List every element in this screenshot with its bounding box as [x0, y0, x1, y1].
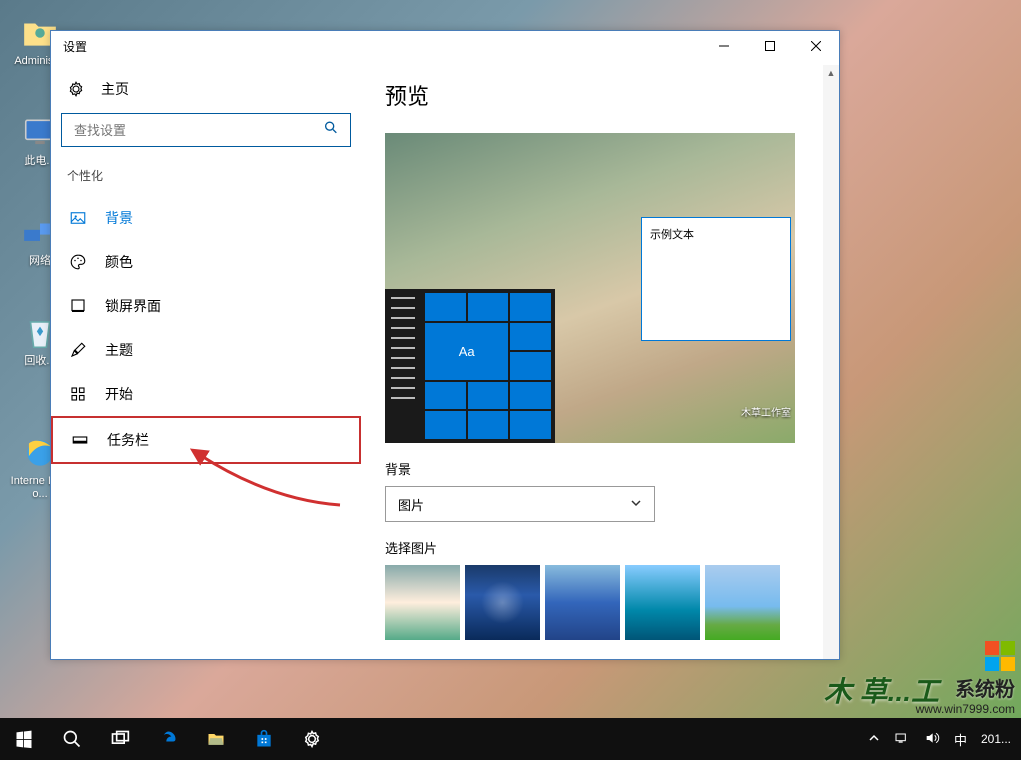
dropdown-value: 图片	[398, 495, 424, 514]
start-button[interactable]	[0, 718, 48, 760]
gear-icon	[67, 80, 85, 98]
palette-icon	[69, 253, 87, 271]
settings-window: 设置 主页 个性化 背景 颜色	[50, 30, 840, 660]
grid-icon	[69, 385, 87, 403]
scrollbar[interactable]: ▲	[823, 65, 839, 659]
nav-taskbar[interactable]: 任务栏	[51, 416, 361, 464]
tray-chevron-icon[interactable]	[868, 732, 880, 747]
page-title: 预览	[385, 79, 811, 111]
thumbnail-5[interactable]	[705, 565, 780, 640]
home-button[interactable]: 主页	[51, 69, 361, 109]
sidebar: 主页 个性化 背景 颜色 锁屏界面	[51, 61, 361, 659]
preview-watermark: 木草工作室	[741, 404, 791, 419]
task-view-button[interactable]	[96, 718, 144, 760]
ime-indicator[interactable]: 中	[954, 730, 967, 749]
titlebar: 设置	[51, 31, 839, 61]
search-button[interactable]	[48, 718, 96, 760]
watermark-url: www.win7999.com	[916, 702, 1015, 716]
thumbnail-2[interactable]	[465, 565, 540, 640]
search-box[interactable]	[61, 113, 351, 147]
store-button[interactable]	[240, 718, 288, 760]
category-label: 个性化	[51, 161, 361, 196]
settings-taskbar-button[interactable]	[288, 718, 336, 760]
nav-lockscreen[interactable]: 锁屏界面	[51, 284, 361, 328]
system-tray[interactable]: 中 201...	[858, 730, 1021, 749]
picture-thumbnails	[385, 565, 811, 640]
nav-label: 锁屏界面	[105, 296, 343, 316]
background-dropdown[interactable]: 图片	[385, 486, 655, 522]
main-content: 预览 Aa 示例文本	[361, 61, 839, 659]
nav-label: 背景	[105, 208, 343, 228]
picture-icon	[69, 209, 87, 227]
taskbar: 中 201...	[0, 718, 1021, 760]
nav-background[interactable]: 背景	[51, 196, 361, 240]
lock-screen-icon	[69, 297, 87, 315]
nav-label: 颜色	[105, 252, 343, 272]
nav-colors[interactable]: 颜色	[51, 240, 361, 284]
preview-pane: Aa 示例文本 木草工作室	[385, 133, 795, 443]
scroll-up-icon[interactable]: ▲	[823, 65, 839, 81]
maximize-button[interactable]	[747, 31, 793, 61]
thumbnail-4[interactable]	[625, 565, 700, 640]
nav-start[interactable]: 开始	[51, 372, 361, 416]
network-tray-icon[interactable]	[894, 730, 910, 749]
explorer-button[interactable]	[192, 718, 240, 760]
window-title: 设置	[63, 38, 87, 55]
edge-button[interactable]	[144, 718, 192, 760]
sample-text: 示例文本	[650, 229, 694, 241]
background-label: 背景	[385, 459, 811, 478]
chevron-down-icon	[630, 497, 642, 512]
watermark: 系统粉 www.win7999.com	[916, 641, 1015, 716]
close-button[interactable]	[793, 31, 839, 61]
nav-themes[interactable]: 主题	[51, 328, 361, 372]
volume-tray-icon[interactable]	[924, 730, 940, 749]
home-label: 主页	[101, 79, 129, 99]
nav-label: 主题	[105, 340, 343, 360]
thumbnail-1[interactable]	[385, 565, 460, 640]
search-input[interactable]	[61, 113, 351, 147]
thumbnail-3[interactable]	[545, 565, 620, 640]
preview-tile-aa: Aa	[425, 323, 508, 380]
choose-picture-label: 选择图片	[385, 538, 811, 557]
microsoft-logo-icon	[985, 641, 1015, 671]
clock[interactable]: 201...	[981, 732, 1011, 746]
search-icon	[323, 120, 339, 141]
preview-sample-window: 示例文本	[641, 217, 791, 341]
brush-icon	[69, 341, 87, 359]
taskbar-icon	[71, 431, 89, 449]
minimize-button[interactable]	[701, 31, 747, 61]
nav-label: 开始	[105, 384, 343, 404]
watermark-text: 系统粉	[916, 673, 1015, 702]
nav-label: 任务栏	[107, 430, 341, 450]
preview-start-menu: Aa	[385, 289, 555, 443]
